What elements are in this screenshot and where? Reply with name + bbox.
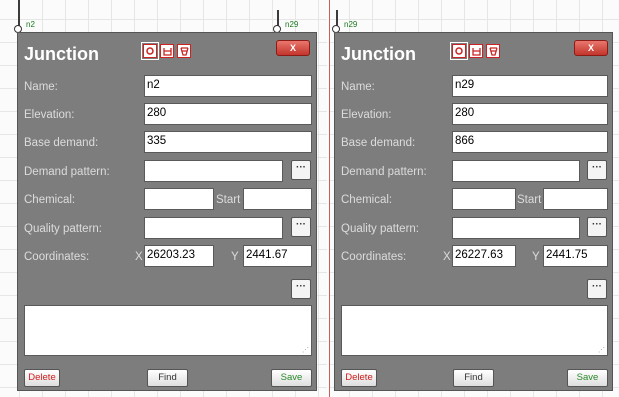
close-button[interactable]: X <box>574 40 608 56</box>
x-coordinate-field[interactable]: 26203.23 <box>144 245 214 267</box>
delete-button[interactable]: Delete <box>341 369 377 387</box>
junction-panel-left: Junction X Name: n2 Elevation: 280 Base … <box>17 32 317 391</box>
find-button[interactable]: Find <box>453 369 494 387</box>
x-label: X <box>443 251 451 263</box>
elevation-label: Elevation: <box>24 109 75 121</box>
resize-grip-icon[interactable]: ⋰ <box>302 346 309 354</box>
node-label: n2 <box>26 20 35 29</box>
chemical-field[interactable] <box>452 188 516 210</box>
elevation-field[interactable]: 280 <box>144 103 312 125</box>
demand-pattern-browse-button[interactable]: ··· <box>291 160 311 180</box>
start-field[interactable] <box>543 188 608 210</box>
demand-pattern-label: Demand pattern: <box>341 166 427 178</box>
tank-icon[interactable] <box>469 44 483 58</box>
coordinates-label: Coordinates: <box>341 251 407 263</box>
delete-button[interactable]: Delete <box>24 369 60 387</box>
quality-pattern-field[interactable] <box>452 217 580 239</box>
y-coordinate-field[interactable]: 2441.67 <box>243 245 312 267</box>
junction-panel-right: Junction X Name: n29 Elevation: 280 Base… <box>334 32 613 391</box>
quality-pattern-browse-button[interactable]: ··· <box>291 217 311 237</box>
description-browse-button[interactable]: ··· <box>587 279 607 299</box>
name-field[interactable]: n29 <box>452 75 608 97</box>
junction-icon[interactable] <box>450 42 468 60</box>
panel-title: Junction <box>24 44 99 64</box>
base-demand-label: Base demand: <box>24 137 99 149</box>
x-label: X <box>135 251 143 263</box>
x-coordinate-field[interactable]: 26227.63 <box>452 245 516 267</box>
name-label: Name: <box>341 81 375 93</box>
start-label: Start <box>517 194 542 206</box>
elevation-field[interactable]: 280 <box>452 103 608 125</box>
reservoir-icon[interactable] <box>177 44 191 58</box>
quality-pattern-label: Quality pattern: <box>24 223 102 235</box>
chemical-label: Chemical: <box>341 194 393 206</box>
name-field[interactable]: n2 <box>144 75 312 97</box>
y-label: Y <box>532 251 540 263</box>
y-label: Y <box>231 251 239 263</box>
junction-icon[interactable] <box>141 42 159 60</box>
chemical-label: Chemical: <box>24 194 76 206</box>
start-field[interactable] <box>243 188 312 210</box>
name-label: Name: <box>24 81 58 93</box>
panel-title: Junction <box>341 44 416 64</box>
description-textarea[interactable]: ⋰ <box>341 305 608 356</box>
elevation-label: Elevation: <box>341 109 392 121</box>
coordinates-label: Coordinates: <box>24 251 90 263</box>
description-browse-button[interactable]: ··· <box>291 279 311 299</box>
demand-pattern-label: Demand pattern: <box>24 166 110 178</box>
quality-pattern-field[interactable] <box>144 217 283 239</box>
node-label: n29 <box>285 20 299 29</box>
close-button[interactable]: X <box>276 40 310 56</box>
demand-pattern-browse-button[interactable]: ··· <box>587 160 607 180</box>
find-button[interactable]: Find <box>147 369 188 387</box>
base-demand-field[interactable]: 335 <box>144 131 312 153</box>
save-button[interactable]: Save <box>271 369 312 387</box>
node-label: n29 <box>344 20 358 29</box>
demand-pattern-field[interactable] <box>144 160 283 182</box>
node-type-selector <box>141 42 191 60</box>
demand-pattern-field[interactable] <box>452 160 580 182</box>
chemical-field[interactable] <box>144 188 214 210</box>
resize-grip-icon[interactable]: ⋰ <box>598 346 605 354</box>
quality-pattern-browse-button[interactable]: ··· <box>587 217 607 237</box>
tank-icon[interactable] <box>160 44 174 58</box>
save-button[interactable]: Save <box>567 369 608 387</box>
reservoir-icon[interactable] <box>486 44 500 58</box>
quality-pattern-label: Quality pattern: <box>341 223 419 235</box>
pipe-line <box>18 0 20 26</box>
base-demand-field[interactable]: 866 <box>452 131 608 153</box>
node-type-selector <box>450 42 500 60</box>
base-demand-label: Base demand: <box>341 137 416 149</box>
start-label: Start <box>216 194 241 206</box>
y-coordinate-field[interactable]: 2441.75 <box>543 245 608 267</box>
description-textarea[interactable]: ⋰ <box>24 305 312 356</box>
